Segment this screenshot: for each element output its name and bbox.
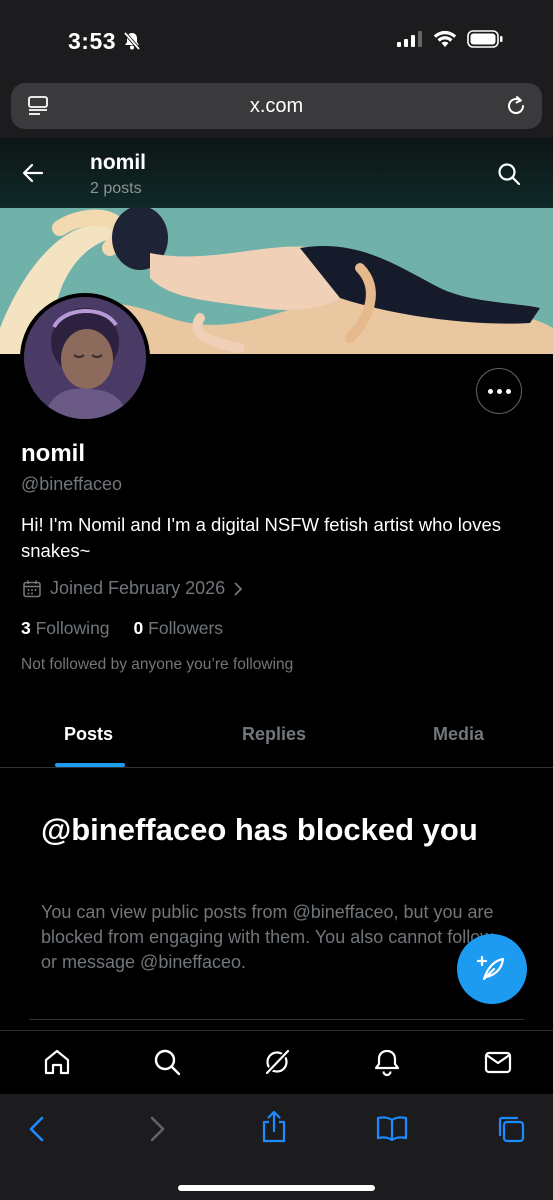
home-icon[interactable] (42, 1047, 72, 1082)
profile-avatar[interactable] (20, 293, 150, 423)
messages-icon[interactable] (483, 1047, 513, 1082)
bottom-navigation (0, 1030, 553, 1094)
back-arrow-icon[interactable] (22, 162, 44, 189)
browser-forward-icon[interactable] (146, 1114, 168, 1149)
blocked-title: @bineffaceo has blocked you (41, 812, 478, 847)
silent-mode-icon (122, 31, 142, 56)
browser-url-area: x.com (0, 80, 553, 138)
profile-bio: Hi! I'm Nomil and I'm a digital NSFW fet… (21, 514, 501, 561)
divider (29, 1019, 524, 1020)
address-bar[interactable]: x.com (11, 83, 542, 129)
tab-replies[interactable]: Replies (242, 724, 306, 745)
home-indicator (178, 1185, 375, 1191)
tab-media[interactable]: Media (433, 724, 484, 745)
active-tab-indicator (55, 763, 125, 767)
more-dot-icon (487, 388, 493, 394)
signal-icon (397, 31, 422, 47)
joined-date[interactable]: Joined February 2026 (22, 578, 243, 599)
reload-icon[interactable] (504, 94, 528, 123)
profile-tabs: Posts Replies Media (0, 700, 553, 768)
search-icon[interactable] (497, 162, 521, 191)
status-bar: 3:53 (0, 0, 553, 80)
status-indicators (397, 30, 503, 48)
not-followed-note: Not followed by anyone you’re following (21, 656, 294, 673)
bookmarks-icon[interactable] (376, 1114, 408, 1147)
grok-icon[interactable] (262, 1047, 292, 1082)
more-dot-icon (505, 388, 511, 394)
search-icon[interactable] (152, 1047, 182, 1082)
following-label: Following (35, 618, 110, 638)
notifications-icon[interactable] (372, 1047, 402, 1082)
following-count: 3 (21, 618, 31, 638)
profile-display-name: nomil (21, 440, 85, 467)
tab-posts[interactable]: Posts (64, 724, 113, 745)
url-text: x.com (249, 95, 304, 117)
wifi-icon (433, 30, 457, 47)
calendar-icon (23, 580, 41, 597)
status-time: 3:53 (68, 28, 117, 54)
followers-count: 0 (133, 618, 144, 638)
share-icon[interactable] (260, 1110, 288, 1149)
followers-label: Followers (148, 618, 224, 638)
more-dot-icon (496, 388, 502, 394)
browser-back-icon[interactable] (26, 1114, 48, 1149)
header-name: nomil (90, 151, 146, 174)
more-options-button[interactable] (476, 368, 522, 414)
profile-handle: @bineffaceo (21, 474, 123, 494)
compose-post-button[interactable] (457, 934, 527, 1004)
follow-stats: 3 Following 0 Followers (21, 618, 223, 639)
compose-feather-icon (476, 955, 505, 981)
blocked-message: You can view public posts from @bineffac… (41, 902, 494, 972)
header-post-count: 2 posts (90, 180, 142, 197)
profile-header-bar: nomil 2 posts (0, 138, 553, 208)
tabs-overview-icon[interactable] (496, 1114, 526, 1149)
joined-text: Joined February 2026 (50, 578, 226, 598)
battery-icon (467, 30, 503, 48)
chevron-right-icon (234, 581, 243, 596)
followers-link[interactable]: 0 Followers (134, 618, 224, 639)
following-link[interactable]: 3 Following (21, 618, 110, 639)
